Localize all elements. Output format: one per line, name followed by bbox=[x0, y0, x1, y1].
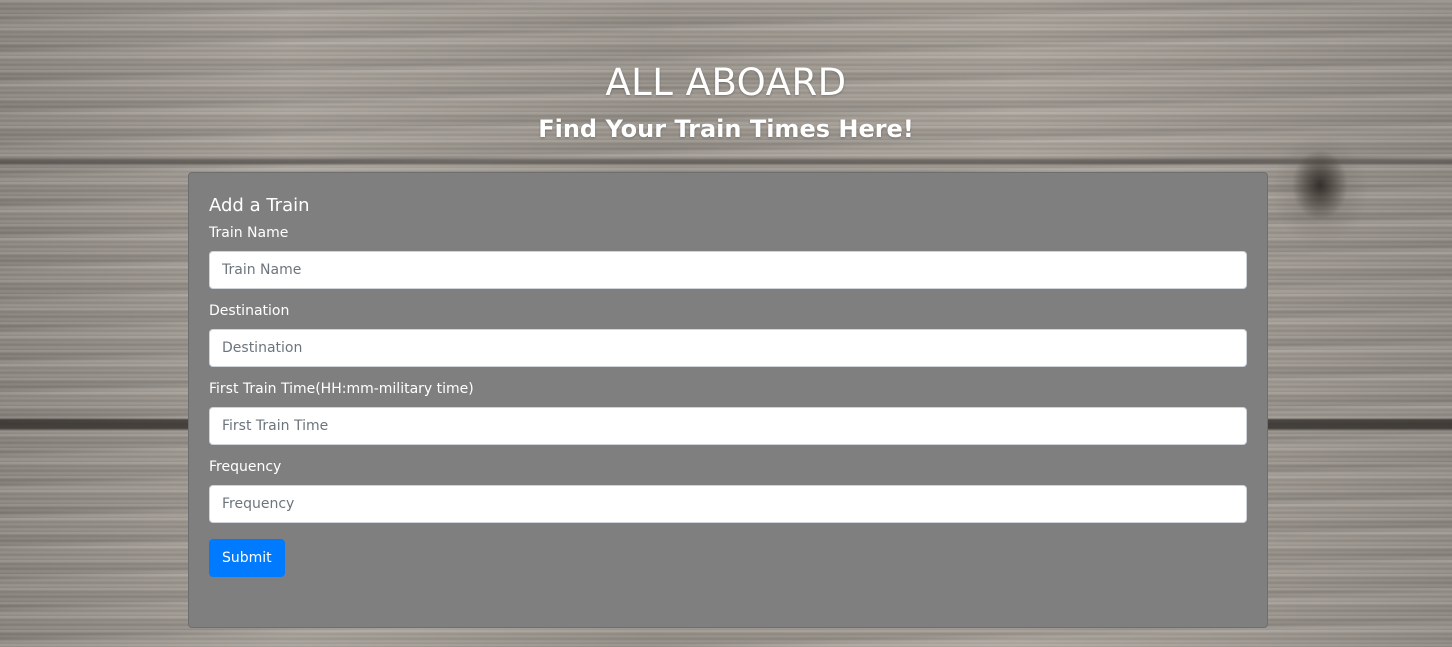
submit-button[interactable]: Submit bbox=[209, 539, 285, 577]
first-train-time-label: First Train Time(HH:mm-military time) bbox=[209, 381, 474, 397]
page-subtitle: Find Your Train Times Here! bbox=[538, 115, 914, 143]
frequency-input[interactable] bbox=[209, 485, 1247, 523]
page: { "header": { "title": "ALL ABOARD", "su… bbox=[0, 0, 1452, 647]
page-header: ALL ABOARD Find Your Train Times Here! bbox=[0, 58, 1452, 150]
add-train-form: Train Name Destination First Train Time(… bbox=[209, 223, 1247, 577]
train-name-input[interactable] bbox=[209, 251, 1247, 289]
first-train-time-group: First Train Time(HH:mm-military time) bbox=[209, 379, 1247, 445]
destination-input[interactable] bbox=[209, 329, 1247, 367]
first-train-time-input[interactable] bbox=[209, 407, 1247, 445]
train-name-label: Train Name bbox=[209, 225, 289, 241]
destination-label: Destination bbox=[209, 303, 290, 319]
card-title: Add a Train bbox=[209, 195, 310, 216]
page-title: ALL ABOARD bbox=[605, 61, 847, 104]
destination-group: Destination bbox=[209, 301, 1247, 367]
frequency-group: Frequency bbox=[209, 457, 1247, 523]
add-train-card: Add a Train Train Name Destination First… bbox=[188, 172, 1268, 628]
train-name-group: Train Name bbox=[209, 223, 1247, 289]
frequency-label: Frequency bbox=[209, 459, 282, 475]
